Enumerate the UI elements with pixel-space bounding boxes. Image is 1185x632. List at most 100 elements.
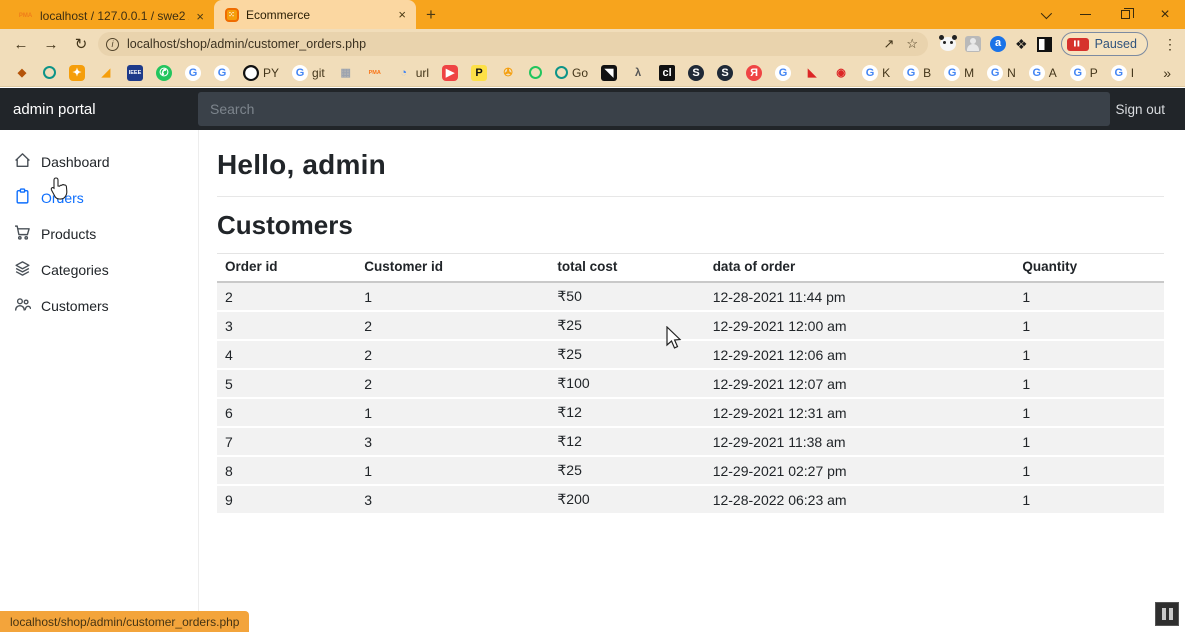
people-icon (14, 296, 31, 316)
grey-tool-icon[interactable]: ▦ (334, 65, 358, 81)
sidebar-item-products[interactable]: Products (0, 216, 198, 252)
table-cell: 1 (1014, 485, 1164, 514)
google-icon: G (1111, 65, 1127, 81)
cart-icon (14, 224, 31, 244)
reload-icon[interactable]: ↻ (68, 35, 94, 53)
speedometer-icon[interactable]: ◔url (392, 65, 433, 81)
site-info-icon[interactable]: i (106, 38, 119, 51)
greeting-heading: Hello, admin (217, 149, 1164, 181)
google-icon: G (214, 65, 230, 81)
signout-link[interactable]: Sign out (1115, 102, 1165, 117)
sidebar-item-dashboard[interactable]: Dashboard (0, 144, 198, 180)
s-circle-icon[interactable]: S (713, 65, 737, 81)
google-icon[interactable]: GK (858, 65, 894, 81)
table-cell: 1 (1014, 456, 1164, 485)
google-icon[interactable]: GP (1066, 65, 1102, 81)
minimize-button[interactable] (1065, 0, 1105, 29)
sidebar: Dashboard Orders Products Categories Custome… (0, 130, 198, 632)
sidebar-item-orders[interactable]: Orders (0, 180, 198, 216)
tab-close-icon[interactable]: × (196, 9, 204, 24)
google-icon[interactable]: G (771, 65, 795, 81)
whatsapp-icon: ✆ (156, 65, 172, 81)
matlab-icon[interactable]: ◣ (800, 65, 824, 81)
browser-menu-icon[interactable]: ⋮ (1163, 36, 1177, 53)
s-circle-icon[interactable]: S (684, 65, 708, 81)
clipboard-icon (14, 188, 31, 208)
whatsapp-icon[interactable]: ✆ (152, 65, 176, 81)
bookmark-label: P (1090, 66, 1098, 80)
orange-app-icon[interactable]: ✦ (65, 65, 89, 81)
bookmark-label: N (1007, 66, 1016, 80)
sidebar-item-customers[interactable]: Customers (0, 288, 198, 324)
eye-icon[interactable]: ◉ (829, 65, 853, 81)
profile-mini-logo: ▌▌ (1067, 38, 1089, 51)
google-icon[interactable]: Ggit (288, 65, 329, 81)
sidebar-item-label: Products (41, 226, 96, 242)
admin-navbar: admin portal Sign out (0, 88, 1185, 130)
phpmyadmin-icon[interactable]: PMA (363, 65, 387, 81)
table-row: 21₹5012-28-2021 11:44 pm1 (217, 282, 1164, 311)
table-cell: 6 (217, 398, 356, 427)
forward-icon[interactable]: → (38, 36, 64, 53)
godaddy-icon[interactable] (39, 66, 60, 79)
tab-ecommerce[interactable]: ⁙ Ecommerce × (214, 0, 416, 29)
extensions-puzzle-icon[interactable]: ❖ (1015, 36, 1028, 53)
figure-icon[interactable]: λ (626, 65, 650, 81)
sync-paused-button[interactable]: ▌▌ Paused (1061, 32, 1148, 56)
table-cell: ₹12 (549, 398, 704, 427)
sidebar-item-label: Dashboard (41, 154, 110, 170)
godaddy-icon (555, 66, 568, 79)
adblock-extension-icon[interactable]: a (990, 36, 1006, 52)
panda-extension-icon[interactable] (940, 37, 956, 51)
restore-button[interactable] (1105, 0, 1145, 29)
analytics-icon[interactable]: ◢ (94, 65, 118, 81)
table-cell: 1 (356, 398, 549, 427)
status-link-preview: localhost/shop/admin/customer_orders.php (0, 611, 249, 632)
tab-phpmyadmin[interactable]: PMA localhost / 127.0.0.1 / swe2 / use × (8, 3, 214, 29)
share-icon[interactable]: ↗ (883, 36, 894, 52)
p-yellow-icon[interactable]: P (467, 65, 491, 81)
github-icon: ⬤ (243, 65, 259, 81)
google-icon[interactable]: G (181, 65, 205, 81)
google-icon[interactable]: GN (983, 65, 1020, 81)
address-bar[interactable]: i localhost/shop/admin/customer_orders.p… (98, 32, 928, 56)
profile-avatar-icon[interactable] (1037, 37, 1052, 52)
cl-icon[interactable]: cl (655, 65, 679, 81)
back-icon[interactable]: ← (8, 36, 34, 53)
green-circle-icon[interactable] (525, 66, 546, 79)
table-cell: 4 (217, 340, 356, 369)
google-icon[interactable]: GM (940, 65, 978, 81)
camera-icon: ✇ (500, 65, 516, 81)
ieee-icon[interactable]: IEEE (123, 65, 147, 81)
google-icon[interactable]: GA (1025, 65, 1061, 81)
search-input[interactable] (198, 92, 1110, 126)
tab-close-icon[interactable]: × (398, 7, 406, 22)
matlab-icon: ◣ (804, 65, 820, 81)
tab-search-chevron-icon[interactable] (1025, 0, 1065, 29)
person-extension-icon[interactable] (965, 36, 981, 52)
table-row: 42₹2512-29-2021 12:06 am1 (217, 340, 1164, 369)
orange-app-icon: ✦ (69, 65, 85, 81)
main-content: Hello, admin Customers Order idCustomer … (198, 130, 1185, 632)
camera-icon[interactable]: ✇ (496, 65, 520, 81)
diamond-icon[interactable]: ◆ (10, 65, 34, 81)
sidebar-item-categories[interactable]: Categories (0, 252, 198, 288)
godaddy-icon[interactable]: Go (551, 66, 592, 80)
google-icon[interactable]: GB (899, 65, 935, 81)
table-cell: 12-29-2021 11:38 am (705, 427, 1015, 456)
google-icon[interactable]: G (210, 65, 234, 81)
youtube-icon[interactable]: ▶ (438, 65, 462, 81)
recorder-pause-button[interactable] (1155, 602, 1179, 626)
url-text[interactable]: localhost/shop/admin/customer_orders.php (127, 37, 875, 51)
close-button[interactable]: × (1145, 0, 1185, 29)
new-tab-button[interactable]: + (426, 5, 436, 25)
bookmark-star-icon[interactable]: ☆ (906, 36, 918, 52)
bookmarks-overflow-icon[interactable]: » (1163, 65, 1175, 81)
bird-icon[interactable]: ◥ (597, 65, 621, 81)
yandex-icon[interactable]: Я (742, 65, 766, 81)
google-icon[interactable]: GI (1107, 65, 1138, 81)
s-circle-icon: S (717, 65, 733, 81)
table-cell: 8 (217, 456, 356, 485)
github-icon[interactable]: ⬤PY (239, 65, 283, 81)
sidebar-item-label: Customers (41, 298, 109, 314)
